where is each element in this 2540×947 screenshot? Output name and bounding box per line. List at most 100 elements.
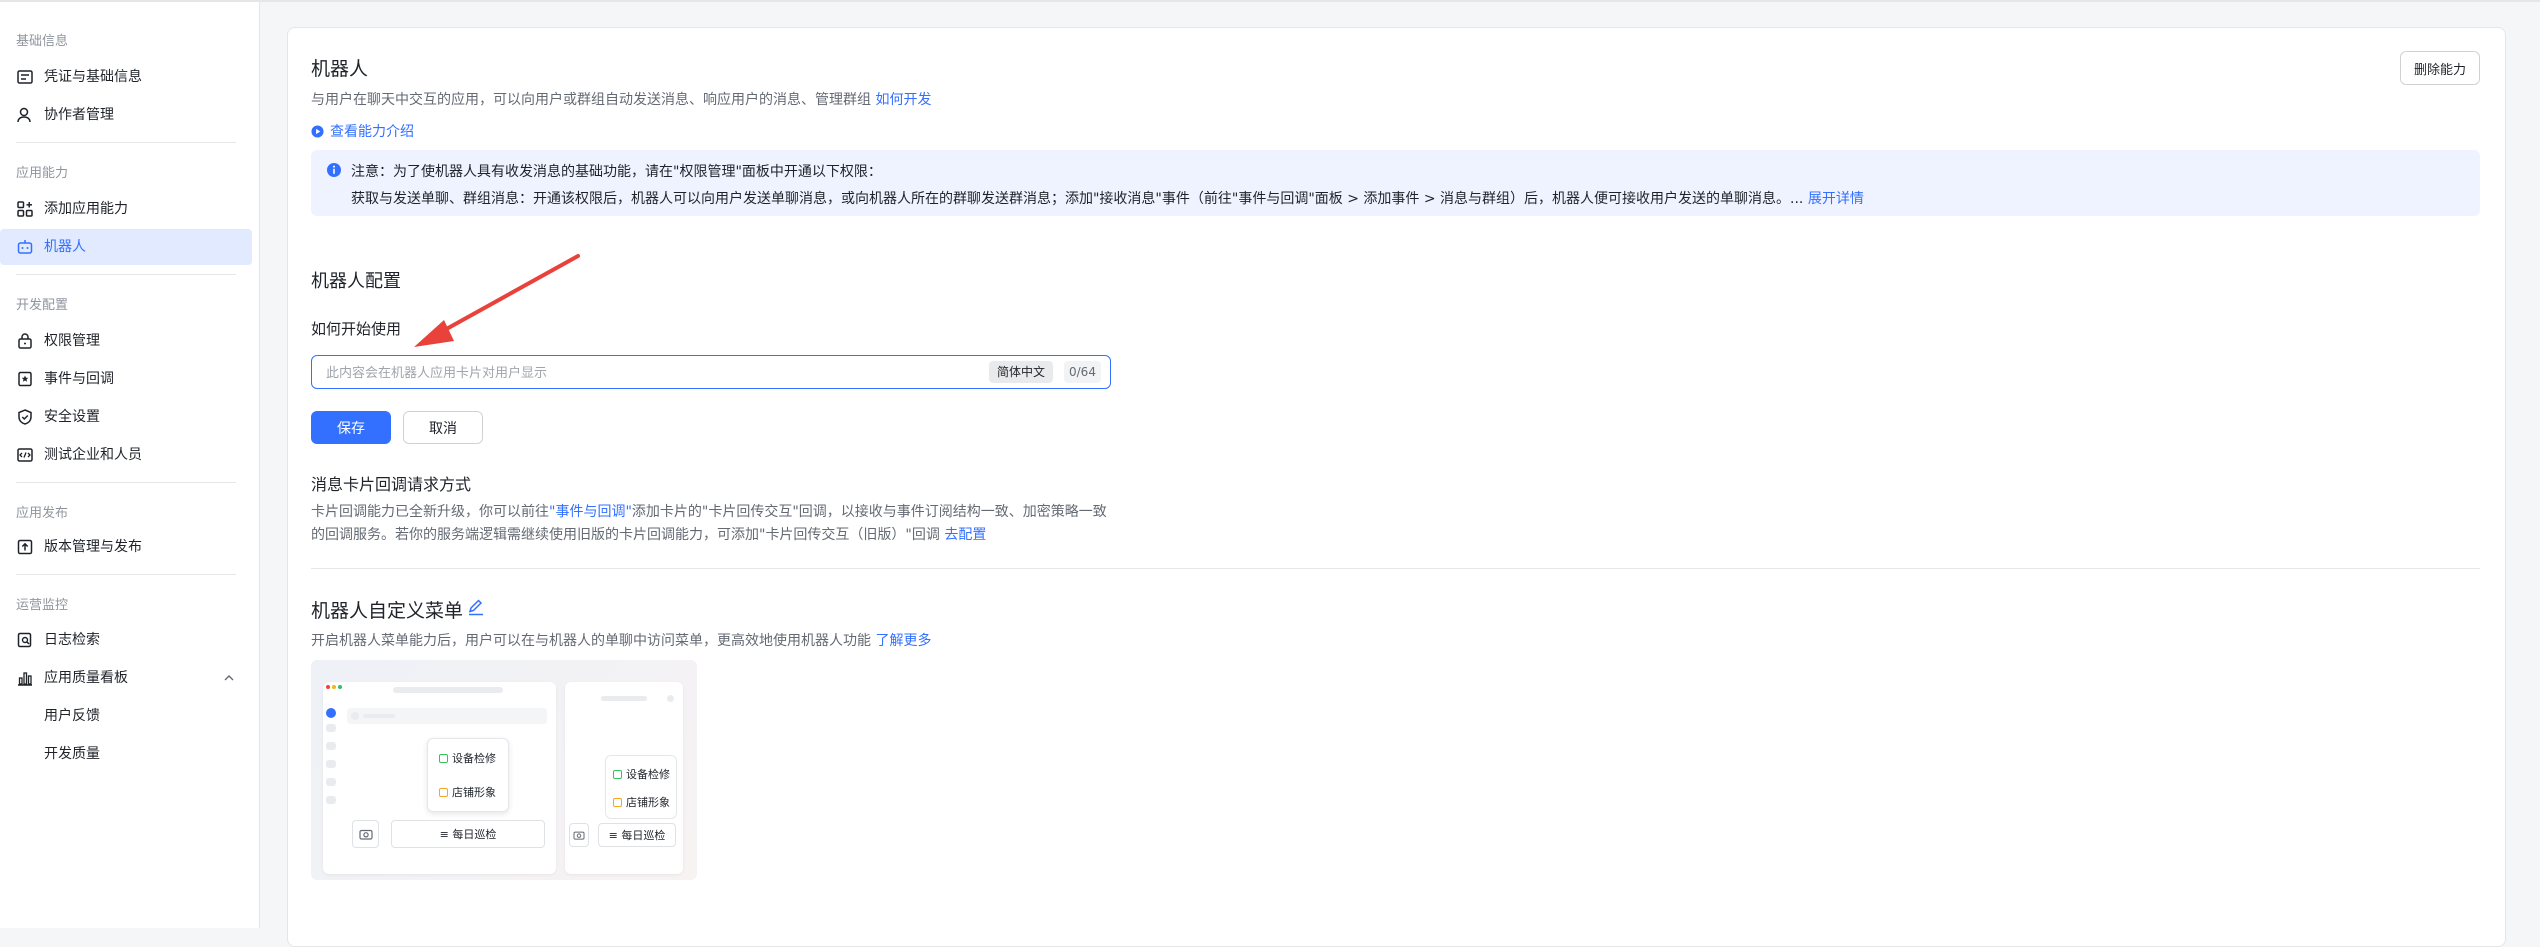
add-grid-icon (17, 201, 33, 217)
preview-bar (601, 696, 647, 701)
sidebar-divider (16, 482, 236, 483)
preview-bottom-item-label: 每日巡检 (452, 828, 497, 841)
top-border (0, 0, 2540, 2)
sidebar-item-permissions[interactable]: 权限管理 (0, 323, 252, 359)
notice-line-1: 注意：为了使机器人具有收发消息的基础功能，请在"权限管理"面板中开通以下权限： (351, 164, 882, 180)
delete-capability-button[interactable]: 删除能力 (2400, 51, 2480, 85)
page-description: 与用户在聊天中交互的应用，可以向用户或群组自动发送消息、响应用户的消息、管理群组… (311, 89, 931, 109)
upload-icon (17, 539, 33, 555)
sidebar-item-version-release[interactable]: 版本管理与发布 (0, 529, 252, 565)
save-button[interactable]: 保存 (311, 411, 391, 444)
preview-menu-item-label: 店铺形象 (626, 796, 670, 809)
preview-menu-item: 设备检修 (613, 766, 670, 782)
sidebar-item-add-capability[interactable]: 添加应用能力 (0, 191, 252, 227)
sidebar-item-security[interactable]: 安全设置 (0, 399, 252, 435)
view-intro-link[interactable]: 查看能力介绍 (311, 121, 414, 141)
sidebar-item-user-feedback[interactable]: 用户反馈 (0, 698, 252, 734)
preview-menu-item: 设备检修 (439, 750, 496, 766)
preview-dot (338, 685, 342, 689)
sidebar-divider (16, 574, 236, 575)
sidebar-item-robot[interactable]: 机器人 (0, 229, 252, 265)
notice-line-2: 获取与发送单聊、群组消息：开通该权限后，机器人可以向用户发送单聊消息，或向机器人… (351, 188, 1864, 208)
sidebar-item-label: 测试企业和人员 (44, 447, 142, 463)
sidebar-item-credentials[interactable]: 凭证与基础信息 (0, 59, 252, 95)
user-icon (17, 107, 31, 123)
info-icon (327, 163, 341, 177)
learn-more-link[interactable]: 了解更多 (875, 633, 931, 649)
preview-bar (351, 712, 359, 720)
sidebar-item-label: 应用质量看板 (44, 670, 128, 686)
sidebar-item-label: 事件与回调 (44, 371, 114, 387)
custom-menu-preview-image: 设备检修 店铺形象 ≡ 每日巡检 设备检修 店铺形象 ≡ 每日巡检 (311, 660, 697, 880)
preview-bar (326, 778, 336, 786)
sidebar-section-title: 应用能力 (16, 166, 69, 181)
preview-bottom-item: ≡ 每日巡检 (608, 829, 666, 842)
sidebar-item-label: 权限管理 (44, 333, 100, 349)
configure-link[interactable]: 去配置 (944, 527, 986, 543)
preview-bottom-menu: ≡ 每日巡检 (598, 823, 676, 847)
preview-bar (363, 714, 395, 718)
store-icon (613, 797, 622, 807)
how-to-start-input[interactable] (324, 362, 968, 384)
preview-avatar (326, 708, 336, 718)
card-callback-text: 的回调服务。若你的服务端逻辑需继续使用旧版的卡片回调能力，可添加"卡片回传交互（… (311, 527, 940, 543)
sidebar-section-title: 基础信息 (16, 34, 69, 49)
preview-bottom-item-label: 每日巡检 (621, 829, 666, 842)
preview-menu-item: 店铺形象 (613, 794, 670, 810)
card-callback-line-1: 卡片回调能力已全新升级，你可以前往"事件与回调"添加卡片的"卡片回传交互"回调，… (311, 501, 1107, 521)
page-title: 机器人 (311, 58, 369, 80)
preview-mobile-menu-popup: 设备检修 店铺形象 (605, 755, 677, 819)
cancel-button[interactable]: 取消 (403, 411, 483, 444)
sidebar-item-label: 版本管理与发布 (44, 539, 142, 555)
preview-bar (326, 796, 336, 804)
sidebar-item-label: 协作者管理 (44, 107, 114, 123)
sidebar-item-events[interactable]: 事件与回调 (0, 361, 252, 397)
sidebar-item-test-users[interactable]: 测试企业和人员 (0, 437, 252, 473)
test-icon (17, 448, 33, 462)
sidebar-divider (16, 142, 236, 143)
custom-menu-title: 机器人自定义菜单 (311, 600, 464, 622)
credential-icon (17, 70, 33, 84)
log-search-icon (17, 632, 32, 648)
chevron-up-icon[interactable] (222, 671, 236, 685)
sidebar-section-title: 开发配置 (16, 298, 69, 313)
notice-line-2-text: 获取与发送单聊、群组消息：开通该权限后，机器人可以向用户发送单聊消息，或向机器人… (351, 191, 1804, 207)
wrench-icon (613, 769, 622, 779)
preview-menu-item-label: 设备检修 (626, 768, 670, 781)
card-callback-text: 卡片回调能力已全新升级，你可以前往 (311, 504, 549, 520)
play-icon (311, 124, 324, 138)
preview-camera-button (569, 823, 589, 847)
how-to-develop-link[interactable]: 如何开发 (875, 92, 931, 108)
preview-bar (326, 742, 336, 750)
sidebar-item-label: 开发质量 (44, 746, 100, 762)
sidebar-item-label: 用户反馈 (44, 708, 100, 724)
language-tag[interactable]: 简体中文 (989, 361, 1054, 383)
sidebar-item-collaborators[interactable]: 协作者管理 (0, 97, 252, 133)
event-icon (18, 371, 32, 387)
page-description-text: 与用户在聊天中交互的应用，可以向用户或群组自动发送消息、响应用户的消息、管理群组 (311, 92, 871, 108)
permission-notice: 注意：为了使机器人具有收发消息的基础功能，请在"权限管理"面板中开通以下权限： … (311, 150, 2480, 216)
view-intro-label: 查看能力介绍 (330, 124, 414, 140)
card-callback-text: 添加卡片的"卡片回传交互"回调，以接收与事件订阅结构一致、加密策略一致 (631, 504, 1107, 520)
events-callback-link[interactable]: "事件与回调" (549, 504, 632, 520)
preview-camera-button (352, 820, 379, 848)
sidebar-divider (16, 274, 236, 275)
how-to-start-field[interactable]: 简体中文 0/64 (311, 355, 1111, 389)
store-icon (439, 787, 448, 797)
wrench-icon (439, 753, 448, 763)
sidebar-item-label: 机器人 (44, 239, 86, 255)
sidebar-item-quality-dashboard[interactable]: 应用质量看板 (0, 660, 252, 696)
preview-menu-popup: 设备检修 店铺形象 (427, 738, 509, 812)
sidebar: 基础信息 凭证与基础信息 协作者管理 应用能力 添加应用能力 机器人 开发配置 … (0, 2, 260, 928)
sidebar-item-dev-quality[interactable]: 开发质量 (0, 736, 252, 772)
preview-bar (326, 760, 336, 768)
sidebar-section-title: 应用发布 (16, 506, 69, 521)
chart-icon (18, 672, 32, 686)
edit-icon[interactable] (466, 597, 486, 617)
section-divider (311, 568, 2480, 569)
lock-icon (18, 333, 32, 349)
robot-config-title: 机器人配置 (311, 271, 401, 292)
sidebar-item-log-search[interactable]: 日志检索 (0, 622, 252, 658)
expand-details-link[interactable]: 展开详情 (1808, 191, 1864, 207)
camera-icon (573, 831, 585, 840)
